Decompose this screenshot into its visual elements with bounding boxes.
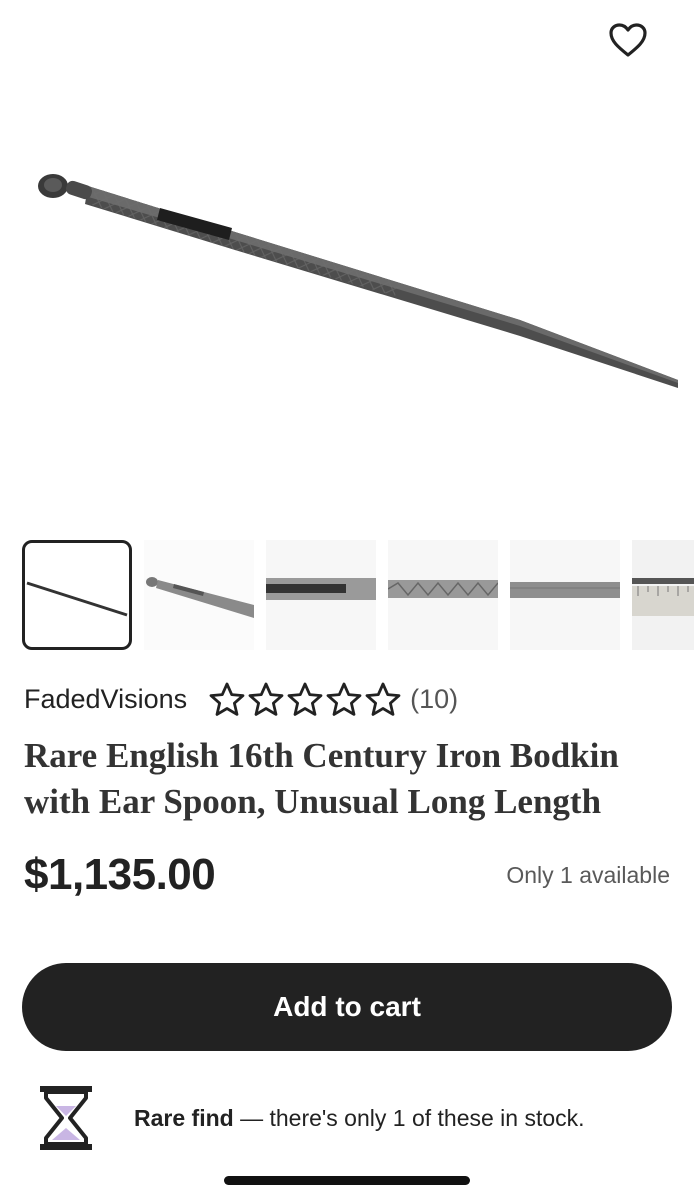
rare-find-label: Rare find [134, 1104, 234, 1131]
add-to-cart-button[interactable]: Add to cart [22, 963, 672, 1051]
thumbnail-4[interactable] [388, 540, 498, 650]
shop-name-link[interactable]: FadedVisions [24, 684, 187, 715]
heart-outline-icon [609, 23, 647, 57]
thumbnail-2[interactable] [144, 540, 254, 650]
thumbnail-gallery[interactable] [0, 540, 694, 652]
availability-text: Only 1 available [506, 862, 670, 888]
bodkin-ruler-scale [632, 578, 694, 616]
star-icon [248, 682, 284, 716]
listing-title: Rare English 16th Century Iron Bodkin wi… [24, 736, 619, 821]
review-count[interactable]: (10) [410, 684, 458, 715]
hourglass-icon [40, 1086, 92, 1150]
home-indicator[interactable] [224, 1176, 470, 1185]
bodkin-shaft-detail [510, 582, 620, 598]
favorite-button[interactable] [608, 22, 658, 72]
bodkin-full-view [26, 581, 128, 617]
price: $1,135.00 [24, 850, 216, 899]
star-icon [365, 682, 401, 716]
shop-rating-row: FadedVisions (10) [24, 680, 458, 718]
bodkin-slot-detail [266, 578, 376, 600]
bodkin-spoon-end [146, 577, 254, 618]
rare-find-message: Rare find — there's only 1 of these in s… [134, 1105, 585, 1132]
rare-find-detail: — there's only 1 of these in stock. [233, 1104, 585, 1131]
thumbnail-3[interactable] [266, 540, 376, 650]
bodkin-image [38, 174, 678, 388]
thumbnail-6[interactable] [632, 540, 694, 650]
thumbnail-5[interactable] [510, 540, 620, 650]
product-image[interactable] [0, 0, 694, 525]
star-icon [287, 682, 323, 716]
add-to-cart-label: Add to cart [273, 991, 421, 1022]
thumbnail-1[interactable] [22, 540, 132, 650]
star-icon [326, 682, 362, 716]
bodkin-pattern-detail [388, 580, 498, 598]
star-icon [209, 682, 245, 716]
rare-find-notice: Rare find — there's only 1 of these in s… [38, 1083, 678, 1153]
star-rating[interactable] [209, 682, 404, 716]
